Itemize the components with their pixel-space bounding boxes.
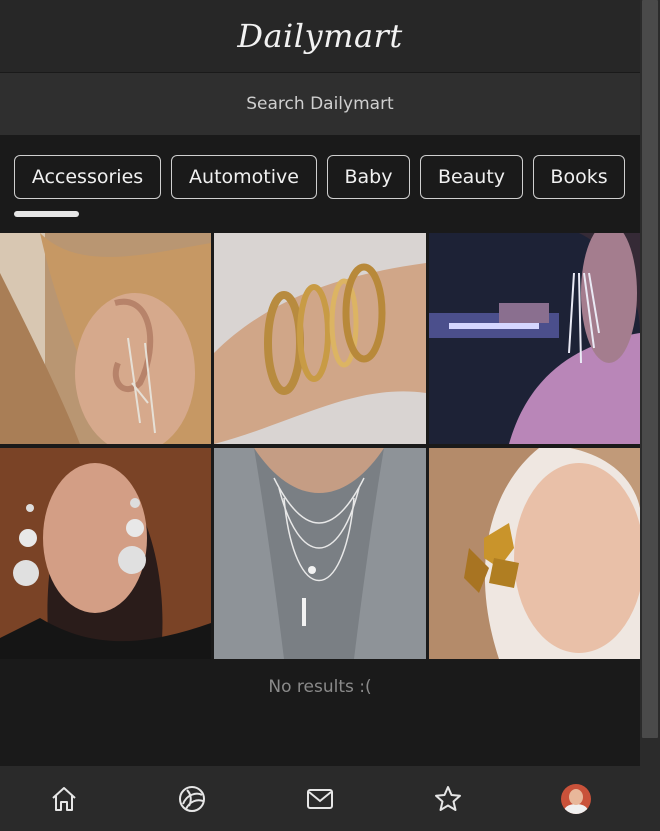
- no-results-message: No results :(: [268, 677, 372, 697]
- category-chip-books[interactable]: Books: [533, 155, 625, 199]
- category-chip-automotive[interactable]: Automotive: [171, 155, 317, 199]
- product-tile[interactable]: [214, 233, 426, 444]
- nav-profile-button[interactable]: [551, 774, 601, 824]
- nav-favorites-button[interactable]: [423, 774, 473, 824]
- nav-home-button[interactable]: [39, 774, 89, 824]
- mail-icon: [307, 788, 333, 809]
- profile-avatar: [561, 783, 591, 814]
- bottom-nav: [0, 766, 640, 831]
- nav-mail-button[interactable]: [295, 774, 345, 824]
- star-icon: [435, 785, 461, 811]
- category-chip-baby[interactable]: Baby: [327, 155, 410, 199]
- search-input[interactable]: [0, 93, 640, 115]
- search-bar[interactable]: [0, 73, 640, 135]
- product-tile[interactable]: [0, 448, 211, 659]
- home-icon: [52, 786, 76, 811]
- product-tile[interactable]: [0, 233, 211, 444]
- product-photo-necklace: [214, 448, 426, 659]
- product-photo-bracelets: [214, 233, 426, 444]
- category-chip-beauty[interactable]: Beauty: [420, 155, 523, 199]
- product-photo-butterfly-earring: [429, 448, 640, 659]
- scrollbar-thumb[interactable]: [642, 0, 658, 738]
- category-chip-accessories[interactable]: Accessories: [14, 155, 161, 199]
- product-photo-crystal-earring: [429, 233, 640, 444]
- app-header: Dailymart: [0, 0, 640, 72]
- explore-icon: [179, 785, 205, 812]
- category-tabs: Accessories Automotive Baby Beauty Books: [14, 155, 625, 201]
- product-tile[interactable]: [429, 233, 640, 444]
- app-logo: Dailymart: [237, 17, 403, 55]
- product-grid: [0, 233, 640, 659]
- product-photo-ear-cuff: [0, 233, 211, 444]
- product-photo-sequin-earring: [0, 448, 211, 659]
- nav-explore-button[interactable]: [167, 774, 217, 824]
- product-tile[interactable]: [214, 448, 426, 659]
- product-tile[interactable]: [429, 448, 640, 659]
- app-root: Dailymart Accessories Automotive Baby Be…: [0, 0, 640, 831]
- active-category-indicator: [14, 211, 79, 217]
